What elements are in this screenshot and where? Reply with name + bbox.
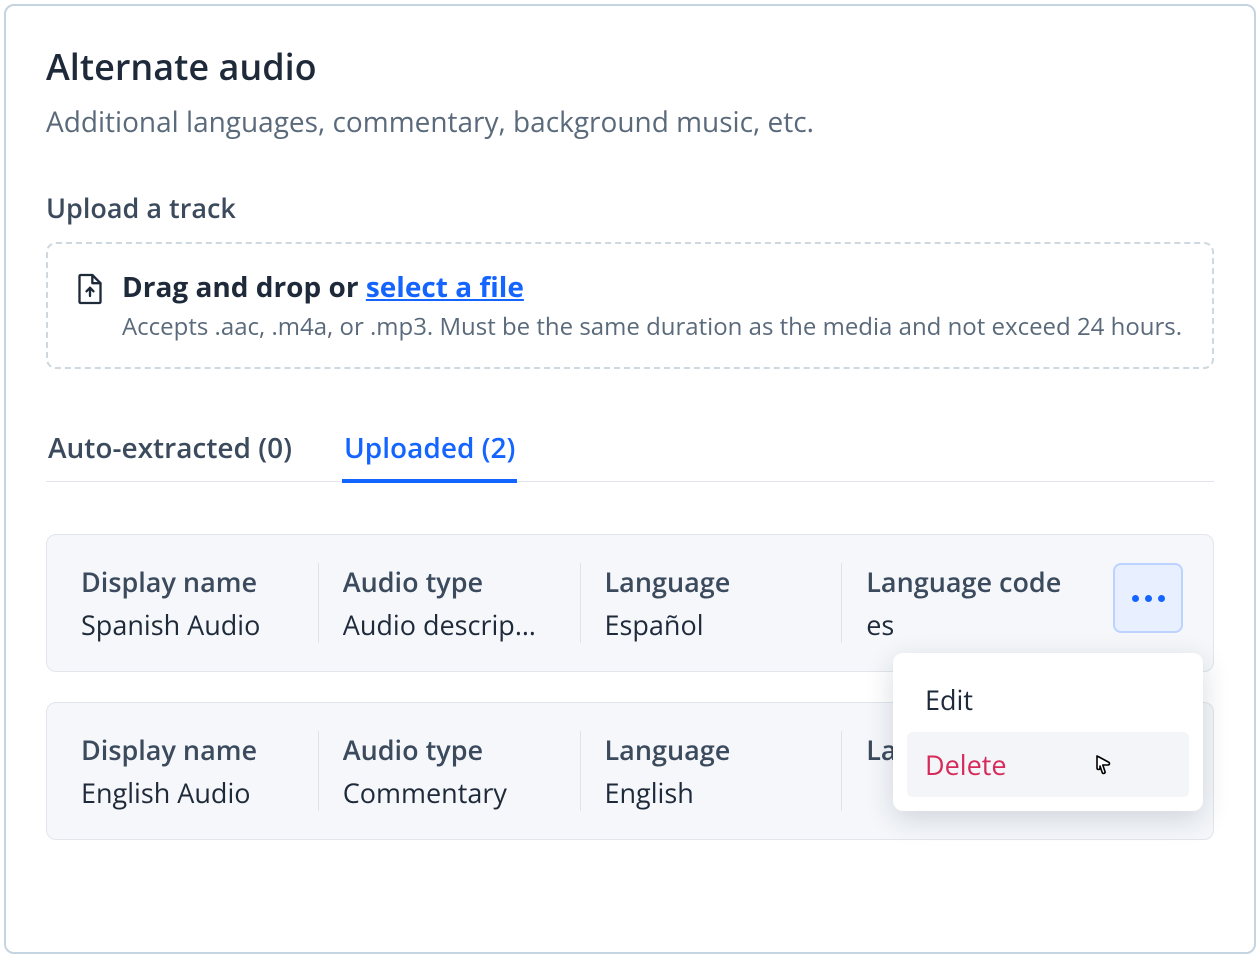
menu-item-delete-label: Delete [925, 746, 1007, 783]
col-header-display-name: Display name [81, 563, 294, 600]
track-audio-type: Audio descrip… [343, 606, 556, 643]
col-header-display-name: Display name [81, 731, 294, 768]
col-header-audio-type: Audio type [343, 731, 556, 768]
dropzone-text: Drag and drop or select a file Accepts .… [122, 268, 1184, 343]
page-subtitle: Additional languages, commentary, backgr… [46, 103, 1214, 141]
col-header-language: Language [605, 731, 818, 768]
col-header-language-code: Language code [866, 563, 1079, 600]
track-display-name: English Audio [81, 774, 294, 811]
more-horizontal-icon [1132, 595, 1165, 602]
menu-item-edit[interactable]: Edit [907, 667, 1189, 732]
track-language-code: es [866, 606, 1079, 643]
upload-dropzone[interactable]: Drag and drop or select a file Accepts .… [46, 242, 1214, 369]
tabs: Auto-extracted (0) Uploaded (2) [46, 429, 1214, 482]
track-language: Español [605, 606, 818, 643]
menu-item-delete[interactable]: Delete [907, 732, 1189, 797]
col-header-language: Language [605, 563, 818, 600]
track-language: English [605, 774, 818, 811]
file-upload-icon [76, 272, 104, 311]
more-actions-button[interactable] [1113, 563, 1183, 633]
track-display-name: Spanish Audio [81, 606, 294, 643]
dropzone-accepts: Accepts .aac, .m4a, or .mp3. Must be the… [122, 310, 1184, 343]
track-card: Display name Spanish Audio Audio type Au… [46, 534, 1214, 672]
tab-uploaded[interactable]: Uploaded (2) [342, 429, 517, 483]
select-file-link[interactable]: select a file [366, 268, 524, 306]
dropzone-prompt-prefix: Drag and drop or [122, 268, 366, 306]
track-audio-type: Commentary [343, 774, 556, 811]
upload-heading: Upload a track [46, 189, 1214, 226]
alternate-audio-panel: Alternate audio Additional languages, co… [4, 4, 1256, 954]
tab-auto-extracted[interactable]: Auto-extracted (0) [46, 429, 294, 483]
col-header-audio-type: Audio type [343, 563, 556, 600]
page-title: Alternate audio [46, 42, 1214, 91]
cursor-pointer-icon [1089, 750, 1117, 788]
actions-menu: Edit Delete [893, 653, 1203, 811]
